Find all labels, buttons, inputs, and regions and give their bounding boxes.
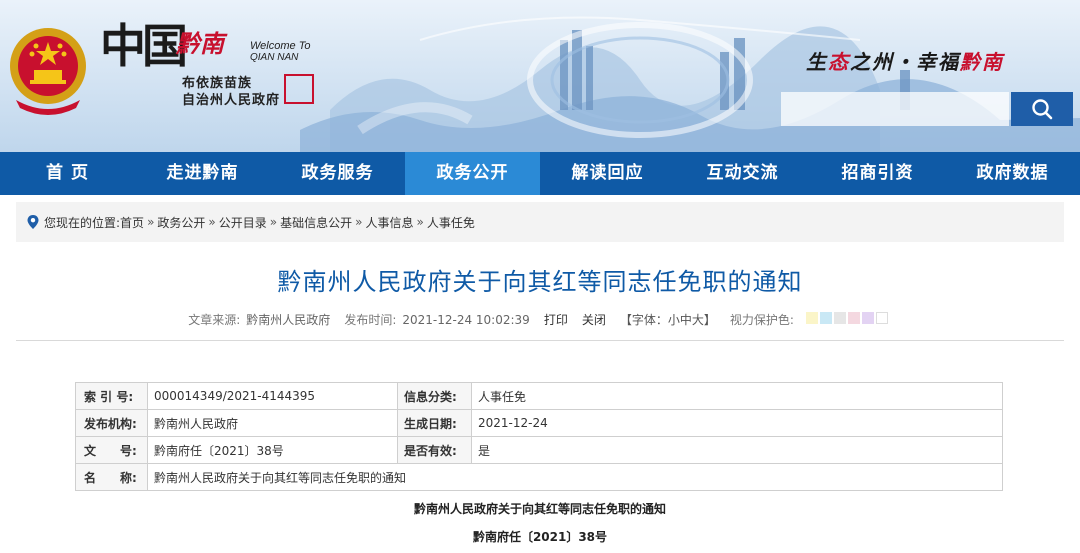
index-value: 000014349/2021-4144395 [147,382,398,410]
header-banner: 中国 黔南 Welcome To QIAN NAN 布依族苗族 自治州人民政府 … [0,0,1080,152]
nav-item-interaction[interactable]: 互动交流 [675,152,810,195]
search-box [781,92,1009,126]
category-label: 信息分类: [397,382,472,410]
slogan: 生态之州・幸福黔南 [806,46,1004,75]
eye-color-swatch-gray[interactable] [833,312,846,324]
slogan-red1: 态 [828,50,850,74]
table-row: 索 引 号: 000014349/2021-4144395 信息分类: 人事任免 [75,382,1003,410]
nav-item-gov-data[interactable]: 政府数据 [945,152,1080,195]
index-label: 索 引 号: [75,382,148,410]
article-meta: 文章来源: 黔南州人民政府 发布时间: 2021-12-24 10:02:39 打印… [0,311,1080,328]
source-label: 文章来源: [188,313,241,327]
breadcrumb-separator: » [355,215,363,229]
nav-item-interpretation[interactable]: 解读回应 [540,152,675,195]
logo-china: 中国 [100,19,188,73]
name-label: 名 称: [75,463,148,491]
date-value: 2021-12-24 [471,409,1003,437]
national-emblem-icon [10,28,86,115]
document-title: 黔南州人民政府关于向其红等同志任免职的通知 [413,502,666,516]
search-input[interactable] [781,92,1009,126]
eye-color-swatches [805,312,888,324]
breadcrumb-separator: » [269,215,278,229]
source-info: 文章来源: 黔南州人民政府 [188,311,330,328]
slogan-part2: 之州・幸福 [850,50,960,74]
nav-item-investment[interactable]: 招商引资 [810,152,945,195]
breadcrumb: 您现在的位置: 首页 » 政务公开 » 公开目录 » 基础信息公开 » 人事信息… [16,202,1064,242]
time-info: 发布时间: 2021-12-24 10:02:39 [344,311,530,328]
eye-color-swatch-blue[interactable] [819,312,832,324]
eye-protection: 视力保护色: [730,311,888,328]
category-value: 人事任免 [471,382,1003,410]
name-value: 黔南州人民政府关于向其红等同志任免职的通知 [147,463,1003,491]
table-row: 名 称: 黔南州人民政府关于向其红等同志任免职的通知 [75,463,1003,491]
breadcrumb-separator: » [208,215,216,229]
doc-number-label: 文 号: [75,436,148,464]
slogan-red2: 黔南 [960,50,1004,74]
search-button[interactable] [1011,92,1073,126]
breadcrumb-prefix: 您现在的位置: [44,215,121,230]
close-link[interactable]: 关闭 [582,311,606,328]
nav-item-about[interactable]: 走进黔南 [135,152,270,195]
main-nav: 首 页 走进黔南 政务服务 政务公开 解读回应 互动交流 招商引资 政府数据 [0,152,1080,195]
breadcrumb-item-basic-info[interactable]: 基础信息公开 [280,214,352,231]
print-link[interactable]: 打印 [544,311,568,328]
time-value: 2021-12-24 10:02:39 [402,313,530,327]
seal-stamp-icon [284,74,314,104]
validity-label: 是否有效: [397,436,472,464]
location-pin-icon [26,214,40,230]
info-table: 索 引 号: 000014349/2021-4144395 信息分类: 人事任免… [75,382,1003,491]
table-row: 文 号: 黔南府任〔2021〕38号 是否有效: 是 [75,436,1003,464]
breadcrumb-separator: » [147,215,155,229]
welcome-line2: QIAN NAN [250,52,299,63]
breadcrumb-item-appointments[interactable]: 人事任免 [427,214,475,231]
eye-color-swatch-white[interactable] [875,312,888,324]
eye-color-swatch-pink[interactable] [847,312,860,324]
nav-item-open-government[interactable]: 政务公开 [405,152,540,195]
breadcrumb-item-personnel-info[interactable]: 人事信息 [365,214,413,231]
doc-number-value: 黔南府任〔2021〕38号 [147,436,398,464]
font-size-control[interactable]: 【字体：小中大】 [620,311,716,328]
welcome-line1: Welcome To [250,40,311,52]
slogan-part1: 生 [806,50,828,74]
welcome-text: Welcome To QIAN NAN [250,40,311,64]
breadcrumb-item-catalog[interactable]: 公开目录 [219,214,267,231]
search-icon [1032,99,1053,120]
article-title: 黔南州人民政府关于向其红等同志任免职的通知 [277,268,803,296]
table-row: 发布机构: 黔南州人民政府 生成日期: 2021-12-24 [75,409,1003,437]
eye-protection-label: 视力保护色: [729,313,794,327]
time-label: 发布时间: [344,313,397,327]
publisher-label: 发布机构: [75,409,148,437]
eye-color-swatch-yellow[interactable] [805,312,818,324]
date-label: 生成日期: [397,409,472,437]
logo-qiannan: 黔南 [176,29,224,58]
eye-color-swatch-purple[interactable] [861,312,874,324]
divider [16,340,1064,341]
nav-item-home[interactable]: 首 页 [0,152,135,195]
breadcrumb-item-home[interactable]: 首页 [120,214,144,231]
document-number: 黔南府任〔2021〕38号 [472,530,608,544]
publisher-value: 黔南州人民政府 [147,409,398,437]
gov-name-line2: 自治州人民政府 [182,93,281,108]
validity-value: 是 [471,436,1003,464]
breadcrumb-separator: » [416,215,424,229]
nav-item-services[interactable]: 政务服务 [270,152,405,195]
source-value: 黔南州人民政府 [246,313,331,327]
breadcrumb-item-open-government[interactable]: 政务公开 [157,214,205,231]
